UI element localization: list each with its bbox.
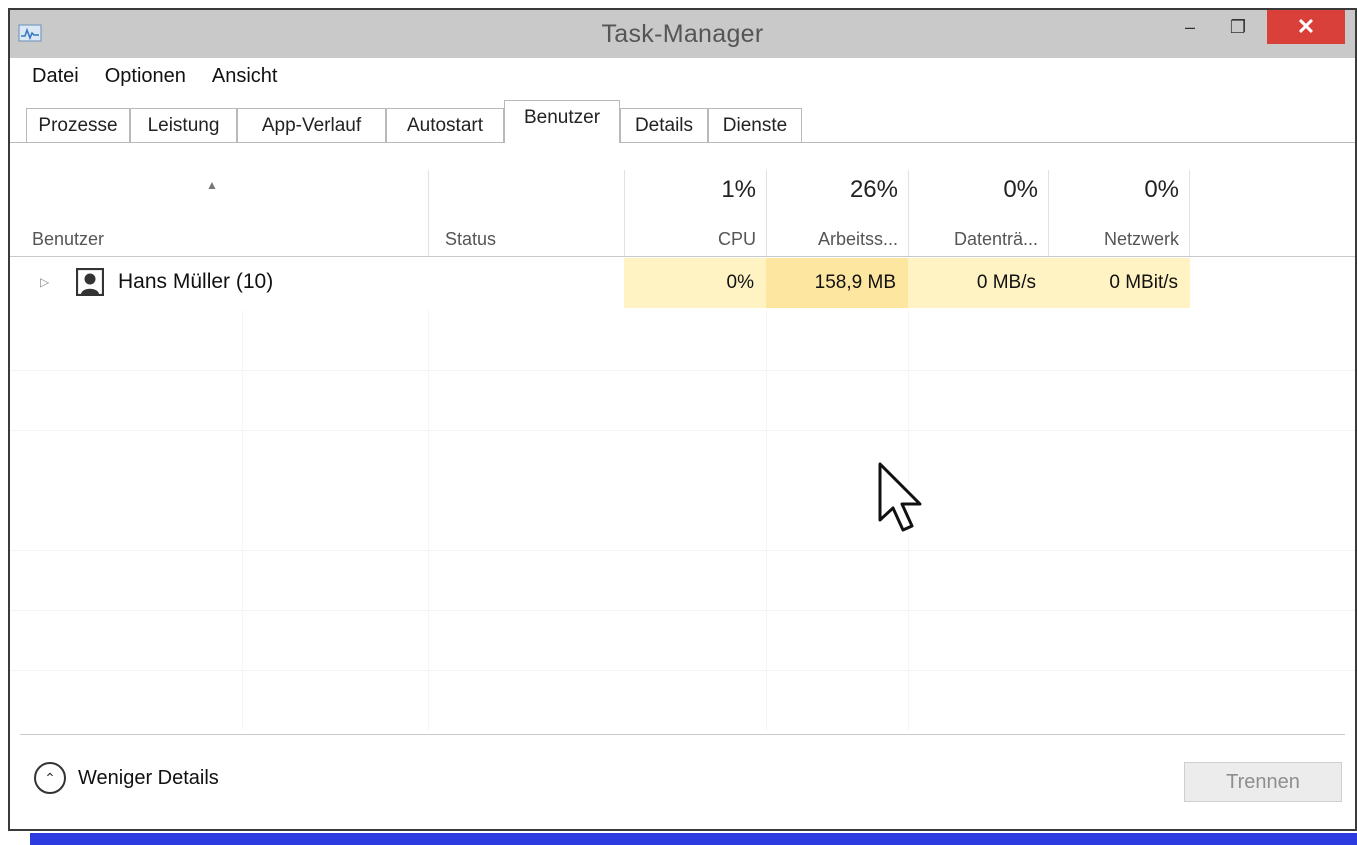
tab-dienste[interactable]: Dienste [708,108,802,142]
network-cell: 0 MBit/s [1048,258,1190,308]
column-label-user: Benutzer [32,229,105,249]
memory-cell: 158,9 MB [766,258,908,308]
maximize-button[interactable]: ❐ [1216,10,1260,44]
close-button[interactable]: ✕ [1267,10,1345,44]
menu-ansicht[interactable]: Ansicht [212,65,278,88]
faint-gridline [242,310,243,730]
user-name: Hans Müller (10) [118,270,274,293]
tab-benutzer[interactable]: Benutzer [504,100,620,143]
column-header-user[interactable]: ▲ Benutzer [10,170,428,256]
tab-leistung[interactable]: Leistung [130,108,237,142]
disk-total-percent: 0% [1003,176,1038,203]
minimize-button[interactable]: – [1170,10,1210,44]
faint-gridline [10,610,1355,611]
collapse-chevron-icon[interactable]: ⌃ [34,762,66,794]
menu-bar: Datei Optionen Ansicht [10,58,1355,94]
menu-datei[interactable]: Datei [32,65,79,88]
fewer-details-link[interactable]: ⌃ Weniger Details [34,762,219,794]
task-manager-window: Task-Manager – ❐ ✕ Datei Optionen Ansich… [8,8,1357,831]
footer-divider [20,734,1345,735]
tab-details[interactable]: Details [620,108,708,142]
table-row[interactable]: ▷ Hans Müller (10) 0% 158,9 MB 0 MB/s 0 … [10,258,1355,308]
disk-cell: 0 MB/s [908,258,1048,308]
window-title: Task-Manager [601,20,764,48]
column-header-network[interactable]: 0% Netzwerk [1048,170,1190,256]
cpu-cell: 0% [624,258,766,308]
fewer-details-label: Weniger Details [78,766,219,789]
end-session-button[interactable]: Trennen [1184,762,1342,802]
user-account-icon [76,268,104,296]
column-header-status[interactable]: Status [428,170,624,256]
status-cell [428,258,624,308]
menu-optionen[interactable]: Optionen [105,65,186,88]
tab-bar: Prozesse Leistung App-Verlauf Autostart … [10,94,1355,143]
cpu-total-percent: 1% [721,176,756,203]
column-header-memory[interactable]: 26% Arbeitss... [766,170,908,256]
faint-gridline [10,430,1355,431]
faint-gridline [766,310,767,730]
column-label-cpu: CPU [717,229,756,249]
faint-gridline [10,550,1355,551]
network-total-percent: 0% [1144,176,1179,203]
column-header-cpu[interactable]: 1% CPU [624,170,766,256]
faint-gridline [428,310,429,730]
column-label-disk: Datenträ... [953,229,1038,249]
column-label-memory: Arbeitss... [817,229,898,249]
faint-gridline [10,670,1355,671]
column-header-row: ▲ Benutzer Status 1% CPU 26% Arbeitss...… [10,170,1355,257]
mouse-pointer-icon [878,462,922,532]
expand-arrow-icon[interactable]: ▷ [40,275,49,289]
memory-total-percent: 26% [849,176,898,203]
column-label-status: Status [445,229,497,249]
title-bar[interactable]: Task-Manager – ❐ ✕ [10,10,1355,58]
background-strip [30,833,1357,845]
sort-ascending-icon: ▲ [206,178,218,192]
tab-autostart[interactable]: Autostart [386,108,504,142]
tab-prozesse[interactable]: Prozesse [26,108,130,142]
tab-app-verlauf[interactable]: App-Verlauf [237,108,386,142]
column-header-disk[interactable]: 0% Datenträ... [908,170,1048,256]
faint-gridline [10,370,1355,371]
column-label-network: Netzwerk [1103,229,1179,249]
